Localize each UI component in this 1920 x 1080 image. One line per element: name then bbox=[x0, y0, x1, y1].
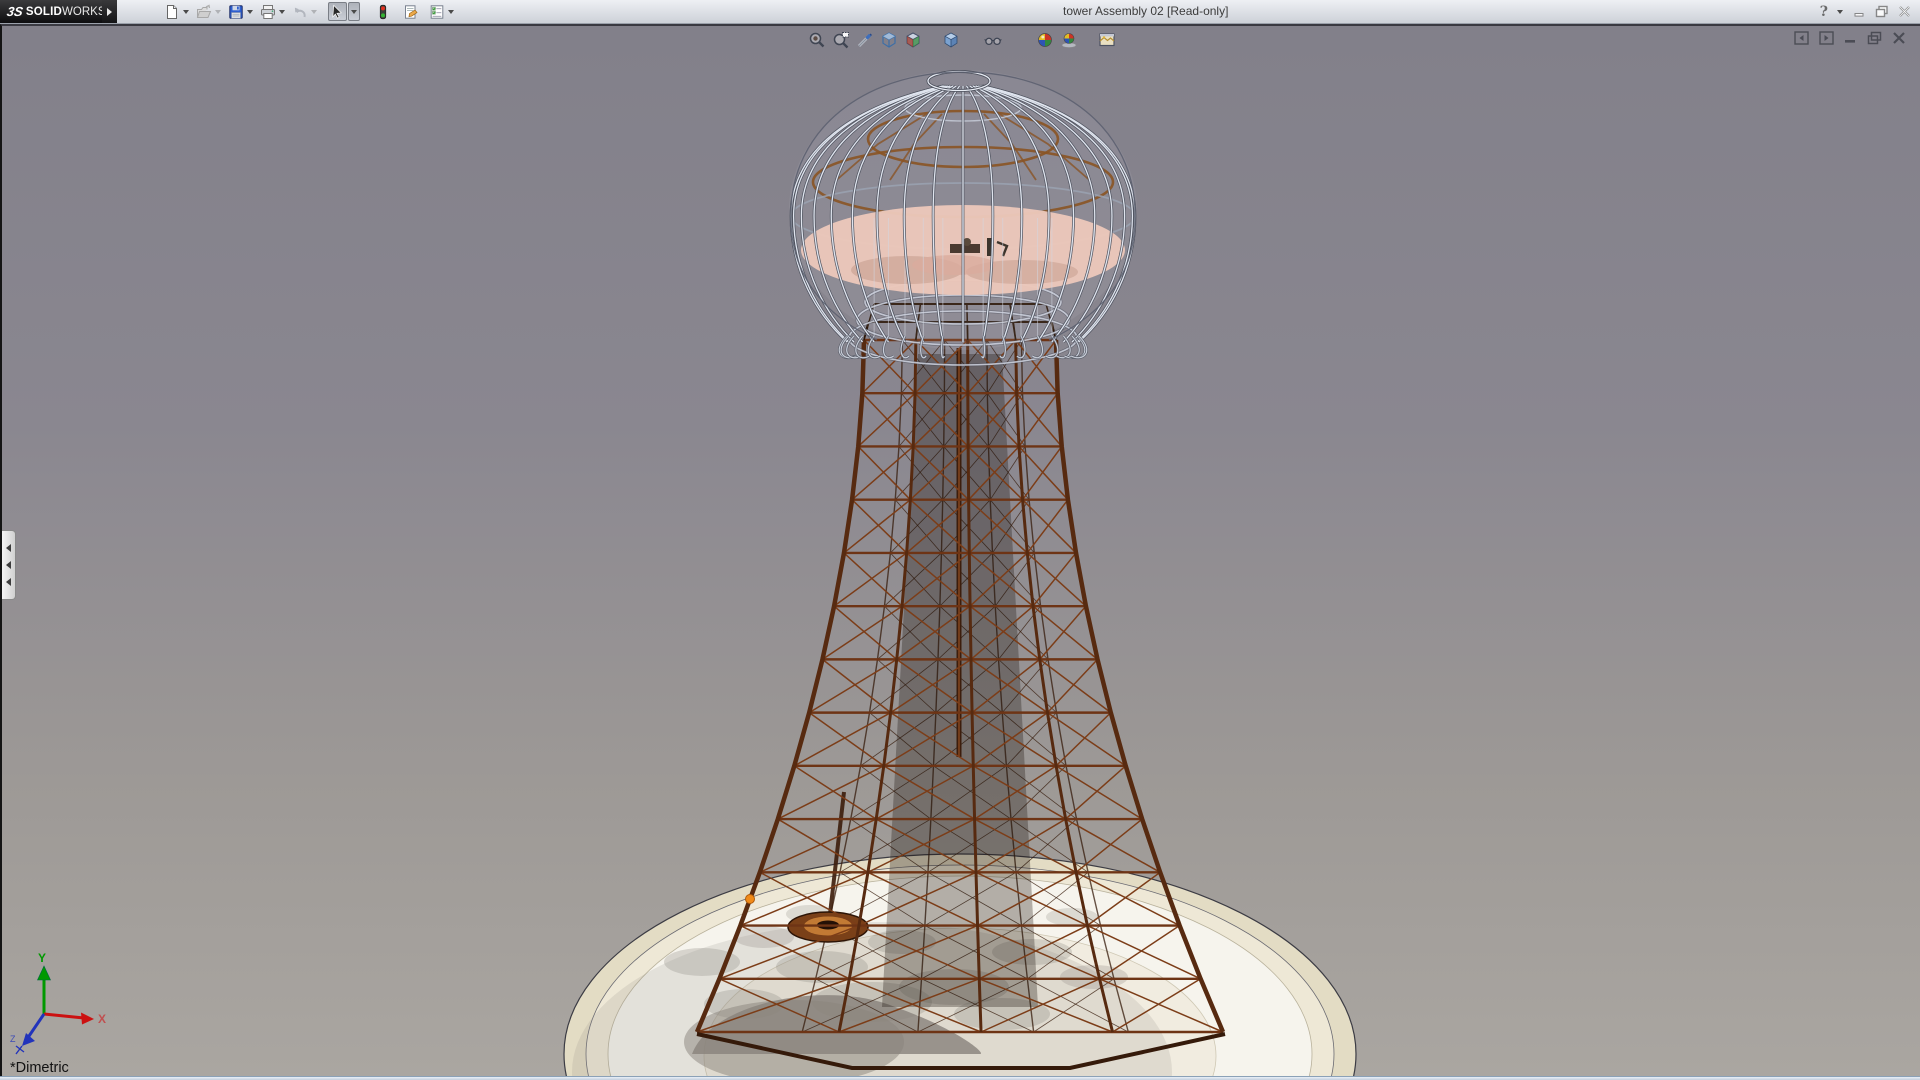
standard-toolbar bbox=[162, 0, 459, 23]
zoom-to-fit-button[interactable] bbox=[808, 31, 826, 49]
zoom-to-fit-icon bbox=[809, 32, 825, 48]
left-arrow-icon bbox=[6, 544, 11, 552]
new-document-icon bbox=[166, 4, 177, 19]
restore-document-icon bbox=[1867, 31, 1882, 45]
window-controls: ? bbox=[1820, 0, 1912, 23]
minimize-document-icon bbox=[1845, 40, 1855, 43]
shaded-with-edges-button[interactable] bbox=[942, 31, 960, 49]
view-orientation-icon bbox=[882, 32, 896, 48]
close-button[interactable] bbox=[1897, 4, 1912, 19]
dropdown-caret-icon bbox=[351, 9, 357, 14]
close-icon bbox=[1899, 6, 1910, 17]
options-button[interactable] bbox=[427, 2, 446, 21]
view-settings-button[interactable] bbox=[1098, 31, 1116, 49]
rebuild-button[interactable] bbox=[373, 2, 392, 21]
help-button[interactable]: ? bbox=[1820, 4, 1828, 20]
options-checklist-icon bbox=[430, 4, 443, 19]
open-folder-icon bbox=[196, 4, 211, 18]
viewport-3d-scene[interactable]: Y X Z bbox=[2, 26, 1920, 1076]
solidworks-window: 3S SOLID WORKS tower Assembly 02 [Read-o… bbox=[0, 0, 1920, 1080]
undo-icon bbox=[294, 7, 306, 17]
display-style-icon bbox=[906, 32, 920, 48]
file-properties-button[interactable] bbox=[401, 2, 420, 21]
restore-icon bbox=[1875, 5, 1888, 18]
display-style-button[interactable] bbox=[904, 31, 922, 49]
svg-text:X: X bbox=[98, 1012, 106, 1026]
help-dropdown-arrow[interactable] bbox=[1837, 9, 1843, 14]
print-icon bbox=[260, 4, 275, 19]
save-floppy-icon bbox=[228, 4, 243, 19]
open-button[interactable] bbox=[194, 2, 213, 21]
edit-appearance-button[interactable] bbox=[1036, 31, 1054, 49]
solidworks-logo-light: WORKS bbox=[62, 5, 106, 18]
apply-scene-icon bbox=[1061, 33, 1077, 48]
undo-dropdown-arrow[interactable] bbox=[311, 9, 317, 14]
section-view-button[interactable] bbox=[856, 31, 874, 49]
open-dropdown-arrow[interactable] bbox=[215, 9, 221, 14]
svg-text:Y: Y bbox=[38, 951, 46, 965]
minimize-button[interactable] bbox=[1852, 4, 1867, 19]
print-dropdown-arrow[interactable] bbox=[279, 9, 285, 14]
previous-document-button[interactable] bbox=[1794, 31, 1809, 45]
select-dropdown-arrow[interactable] bbox=[348, 2, 360, 21]
close-document-icon bbox=[1893, 32, 1905, 44]
featuremanager-collapsed-tab[interactable] bbox=[2, 530, 16, 600]
section-view-icon bbox=[857, 33, 872, 48]
graphics-viewport[interactable]: Y X Z *Dimetric bbox=[0, 24, 1920, 1076]
close-document-button[interactable] bbox=[1892, 31, 1906, 45]
svg-text:Z: Z bbox=[10, 1034, 16, 1044]
zoom-to-area-button[interactable] bbox=[832, 31, 850, 49]
options-dropdown-arrow[interactable] bbox=[448, 9, 454, 14]
file-properties-icon bbox=[404, 4, 418, 19]
apply-scene-button[interactable] bbox=[1060, 31, 1078, 49]
previous-document-icon bbox=[1794, 31, 1809, 45]
right-arrow-icon bbox=[107, 7, 112, 16]
eyeglasses-icon bbox=[984, 37, 1002, 46]
view-settings-icon bbox=[1099, 33, 1115, 47]
select-button[interactable] bbox=[328, 2, 347, 21]
new-button[interactable] bbox=[162, 2, 181, 21]
print-button[interactable] bbox=[258, 2, 277, 21]
undo-button[interactable] bbox=[290, 2, 309, 21]
new-dropdown-arrow[interactable] bbox=[183, 9, 189, 14]
select-cursor-icon bbox=[332, 4, 342, 19]
restore-button[interactable] bbox=[1874, 4, 1890, 19]
solidworks-logo-bold: SOLID bbox=[25, 5, 63, 18]
left-arrow-icon bbox=[6, 561, 11, 569]
view-orientation-label: *Dimetric bbox=[10, 1060, 69, 1076]
minimize-icon bbox=[1854, 13, 1864, 17]
shaded-cube-icon bbox=[944, 32, 958, 48]
save-dropdown-arrow[interactable] bbox=[247, 9, 253, 14]
headsup-view-toolbar bbox=[808, 31, 1122, 49]
view-orientation-button[interactable] bbox=[880, 31, 898, 49]
orientation-triad: Y X Z bbox=[10, 951, 106, 1055]
left-arrow-icon bbox=[6, 578, 11, 586]
window-title: tower Assembly 02 [Read-only] bbox=[1063, 4, 1229, 18]
titlebar: 3S SOLID WORKS tower Assembly 02 [Read-o… bbox=[0, 0, 1920, 24]
save-button[interactable] bbox=[226, 2, 245, 21]
zoom-to-area-icon bbox=[833, 32, 849, 49]
next-document-button[interactable] bbox=[1819, 31, 1834, 45]
statusbar bbox=[0, 1076, 1920, 1080]
document-window-controls bbox=[1794, 31, 1906, 45]
traffic-light-icon bbox=[379, 4, 386, 19]
restore-document-button[interactable] bbox=[1867, 31, 1882, 45]
next-document-icon bbox=[1819, 31, 1834, 45]
minimize-document-button[interactable] bbox=[1844, 31, 1857, 45]
solidworks-logo-glyph: 3S bbox=[5, 4, 25, 19]
menu-expand-arrow[interactable] bbox=[102, 0, 117, 23]
solidworks-logo: 3S SOLID WORKS bbox=[0, 0, 106, 23]
appearance-ball-icon bbox=[1038, 33, 1052, 47]
hide-show-items-button[interactable] bbox=[984, 31, 1002, 49]
